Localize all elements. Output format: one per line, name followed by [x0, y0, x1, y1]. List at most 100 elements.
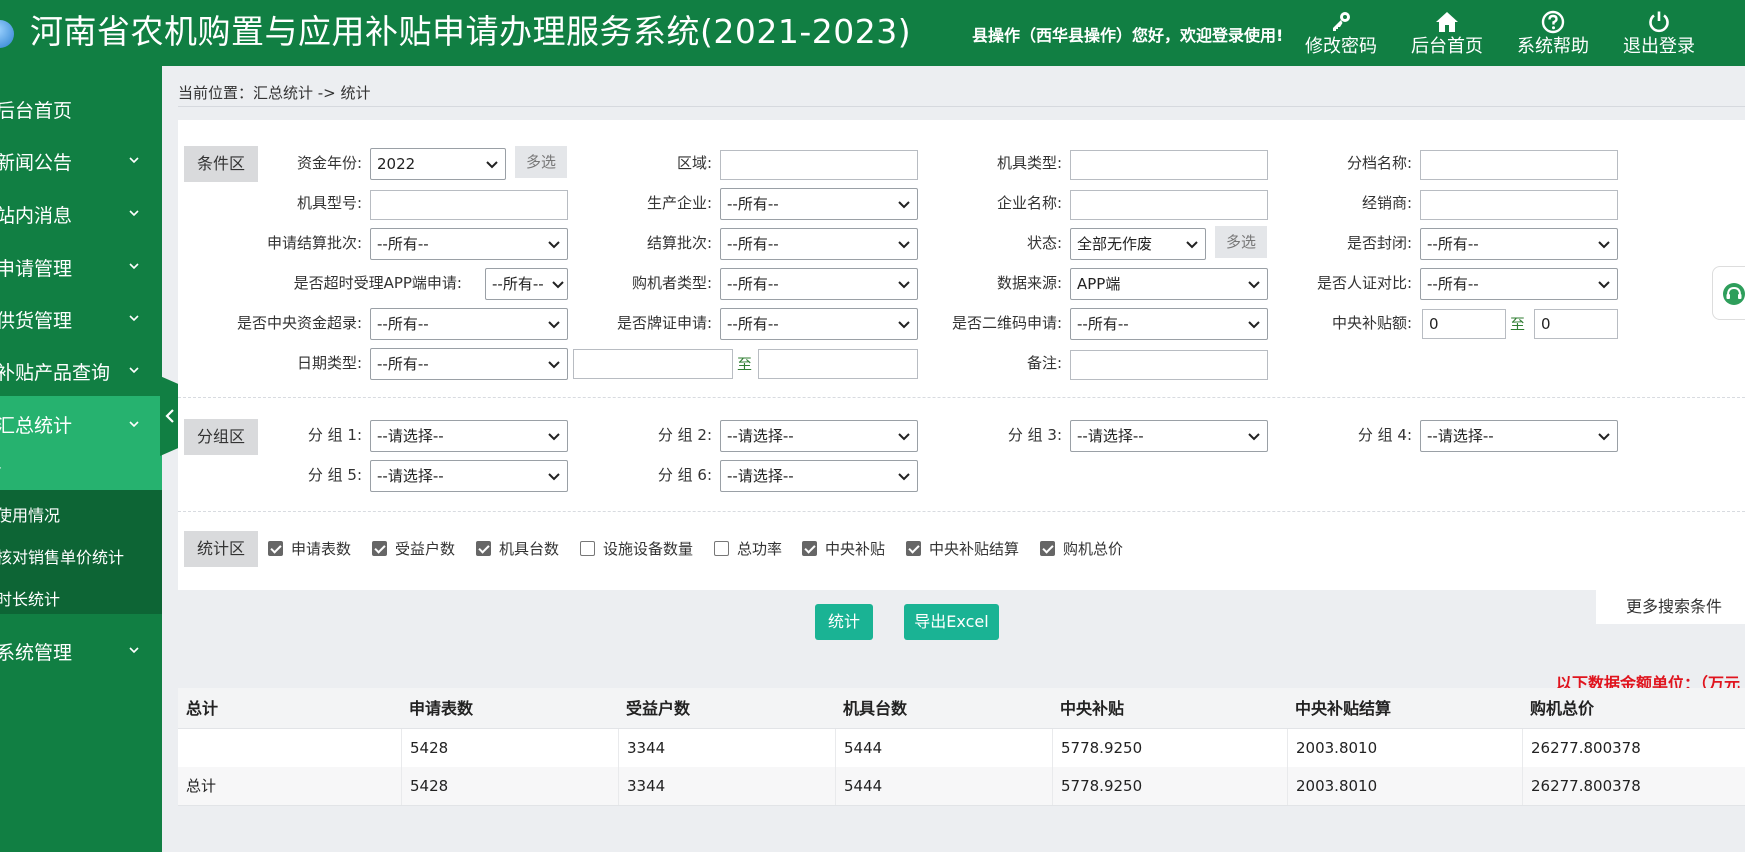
buyer-type-select[interactable]: --所有--	[720, 268, 918, 300]
admin-home-button[interactable]: 后台首页	[1399, 10, 1495, 60]
chevron-down-icon	[486, 161, 498, 169]
customer-service-widget[interactable]	[1712, 266, 1745, 320]
chevron-down-icon	[1248, 281, 1260, 289]
group-2-label: 分 组 2:	[657, 426, 712, 444]
tier-name-input[interactable]	[1420, 150, 1618, 180]
export-excel-button[interactable]: 导出Excel	[904, 604, 999, 640]
date-from-input[interactable]	[573, 349, 733, 379]
system-help-button[interactable]: 系统帮助	[1505, 10, 1601, 60]
stat-button[interactable]: 统计	[815, 604, 873, 640]
fund-year-select[interactable]: 2022	[370, 148, 506, 180]
qr-apply-label: 是否二维码申请:	[951, 314, 1062, 332]
submenu-price-check[interactable]: 核对销售单价统计	[0, 544, 124, 568]
group-1-select[interactable]: --请选择--	[370, 420, 568, 452]
help-icon	[1541, 10, 1565, 34]
data-source-select[interactable]: APP端	[1070, 268, 1268, 300]
checkbox[interactable]	[268, 541, 283, 556]
machine-type-input[interactable]	[1070, 150, 1268, 180]
sidebar-item-label: -	[0, 458, 1, 476]
chevron-down-icon	[1598, 241, 1610, 249]
date-to-input[interactable]	[758, 349, 918, 379]
group-5-select[interactable]: --请选择--	[370, 460, 568, 492]
sidebar-item-label: 系统管理	[0, 642, 73, 664]
check-facility-count[interactable]: 设施设备数量	[580, 539, 693, 559]
group-6-select[interactable]: --请选择--	[720, 460, 918, 492]
check-total-price[interactable]: 购机总价	[1040, 539, 1123, 559]
sidebar-item-product-query[interactable]: 补贴产品查询	[0, 346, 162, 394]
check-central-subsidy[interactable]: 中央补贴	[802, 539, 885, 559]
chevron-down-icon	[548, 241, 560, 249]
checkbox[interactable]	[476, 541, 491, 556]
model-label: 机具型号:	[296, 194, 362, 212]
company-name-input[interactable]	[1070, 190, 1268, 220]
fund-year-multi-button[interactable]: 多选	[515, 146, 567, 178]
face-compare-select[interactable]: --所有--	[1420, 268, 1618, 300]
date-to-label: 至	[737, 355, 753, 373]
overtime-app-select[interactable]: --所有--	[485, 268, 568, 300]
group-2-select[interactable]: --请选择--	[720, 420, 918, 452]
sidebar-item-admin-home[interactable]: 后台首页	[0, 84, 162, 132]
sidebar-item-messages[interactable]: 站内消息	[0, 189, 162, 237]
chevron-down-icon	[1598, 281, 1610, 289]
central-over-value: --所有--	[377, 315, 429, 333]
checkbox[interactable]	[802, 541, 817, 556]
check-apply-count[interactable]: 申请表数	[268, 539, 351, 559]
logout-label: 退出登录	[1623, 36, 1695, 57]
sidebar: 后台首页 新闻公告 站内消息 申请管理 供货管理 补贴产品查询 汇总统计 - 使…	[0, 66, 162, 852]
checkbox[interactable]	[1040, 541, 1055, 556]
central-amount-from-input[interactable]: 0	[1422, 309, 1506, 339]
apply-batch-select[interactable]: --所有--	[370, 228, 568, 260]
status-multi-button[interactable]: 多选	[1215, 226, 1267, 258]
status-select[interactable]: 全部无作废	[1070, 228, 1206, 260]
group-4-select[interactable]: --请选择--	[1420, 420, 1618, 452]
check-beneficiary-count[interactable]: 受益户数	[372, 539, 455, 559]
central-over-select[interactable]: --所有--	[370, 308, 568, 340]
check-machine-count[interactable]: 机具台数	[476, 539, 559, 559]
chevron-down-icon	[552, 281, 564, 289]
sidebar-item-applications[interactable]: 申请管理	[0, 242, 162, 290]
sidebar-item-news[interactable]: 新闻公告	[0, 136, 162, 184]
table-header-cell: 总计	[186, 699, 219, 718]
group-6-value: --请选择--	[727, 467, 794, 485]
model-input[interactable]	[370, 190, 568, 220]
chevron-down-icon	[129, 647, 139, 654]
check-total-power[interactable]: 总功率	[714, 539, 782, 559]
dealer-label: 经销商:	[1361, 194, 1412, 212]
date-type-select[interactable]: --所有--	[370, 348, 568, 380]
remark-input[interactable]	[1070, 350, 1268, 380]
closed-select[interactable]: --所有--	[1420, 228, 1618, 260]
checkbox[interactable]	[372, 541, 387, 556]
submenu-usage[interactable]: 使用情况	[0, 502, 60, 526]
checkbox[interactable]	[906, 541, 921, 556]
logout-button[interactable]: 退出登录	[1611, 10, 1707, 60]
region-input[interactable]	[720, 150, 918, 180]
check-central-settlement[interactable]: 中央补贴结算	[906, 539, 1019, 559]
table-cell: 5778.9250	[1052, 767, 1287, 805]
sidebar-item-system-admin[interactable]: 系统管理	[0, 626, 162, 674]
plate-apply-select[interactable]: --所有--	[720, 308, 918, 340]
change-password-button[interactable]: 修改密码	[1293, 10, 1389, 60]
table-cell: 5444	[835, 767, 1052, 805]
checkbox[interactable]	[580, 541, 595, 556]
group-3-select[interactable]: --请选择--	[1070, 420, 1268, 452]
sidebar-item-summary-stats[interactable]: 汇总统计	[0, 396, 162, 452]
checkbox[interactable]	[714, 541, 729, 556]
central-amount-to-input[interactable]: 0	[1534, 309, 1618, 339]
sidebar-item-supply[interactable]: 供货管理	[0, 294, 162, 342]
sidebar-subitem-current[interactable]: -	[0, 452, 162, 490]
fund-year-label: 资金年份:	[296, 154, 362, 172]
table-header-row: 总计 申请表数 受益户数 机具台数 中央补贴 中央补贴结算 购机总价	[178, 688, 1745, 729]
table-header-cell: 受益户数	[626, 699, 691, 718]
submenu-duration[interactable]: 时长统计	[0, 586, 60, 610]
section-divider	[178, 397, 1745, 398]
manufacturer-select[interactable]: --所有--	[720, 188, 918, 220]
data-source-label: 数据来源:	[996, 274, 1062, 292]
dealer-input[interactable]	[1420, 190, 1618, 220]
chevron-down-icon	[898, 433, 910, 441]
chevron-down-icon	[129, 157, 139, 164]
machine-type-label: 机具类型:	[996, 154, 1062, 172]
settle-batch-select[interactable]: --所有--	[720, 228, 918, 260]
qr-apply-select[interactable]: --所有--	[1070, 308, 1268, 340]
more-search-link[interactable]: 更多搜索条件	[1596, 590, 1745, 624]
chevron-down-icon	[548, 321, 560, 329]
